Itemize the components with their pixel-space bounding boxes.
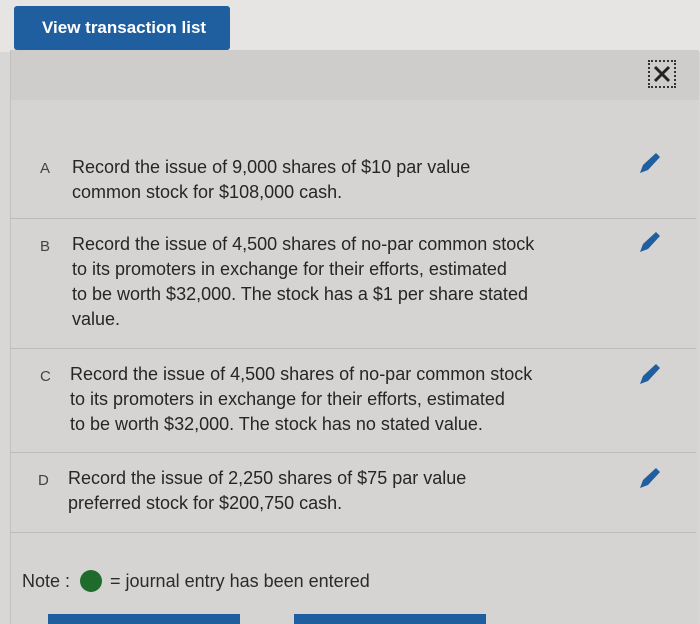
transaction-letter-d: D <box>38 472 49 489</box>
note-text: = journal entry has been entered <box>110 570 370 591</box>
entered-status-dot <box>80 570 103 592</box>
transaction-text-d: Record the issue of 2,250 shares of $75 … <box>68 466 466 516</box>
transaction-b-line-1: Record the issue of 4,500 shares of no-p… <box>72 234 535 254</box>
transaction-text-c: Record the issue of 4,500 shares of no-p… <box>70 362 532 437</box>
close-icon[interactable] <box>648 60 676 88</box>
panel-header <box>11 50 699 100</box>
transaction-letter-b: B <box>40 238 51 255</box>
transaction-a-line-2: common stock for $108,000 cash. <box>72 182 343 202</box>
transaction-b-line-4: value. <box>72 309 121 329</box>
transaction-text-a: Record the issue of 9,000 shares of $10 … <box>72 155 470 205</box>
pencil-icon[interactable] <box>638 362 662 386</box>
transaction-c-line-3: to be worth $32,000. The stock has no st… <box>70 414 483 434</box>
transaction-d-line-2: preferred stock for $200,750 cash. <box>68 493 343 513</box>
view-transaction-list-button[interactable]: View transaction list <box>14 6 230 50</box>
transaction-c-line-1: Record the issue of 4,500 shares of no-p… <box>70 364 533 384</box>
pencil-icon[interactable] <box>638 151 662 175</box>
transaction-a-line-1: Record the issue of 9,000 shares of $10 … <box>72 157 471 177</box>
transaction-d-line-1: Record the issue of 2,250 shares of $75 … <box>68 468 467 488</box>
note-divider <box>10 532 696 533</box>
note-label: Note : <box>22 570 71 591</box>
legend-note: Note : = journal entry has been entered <box>22 570 370 592</box>
bottom-button-right[interactable] <box>294 614 486 624</box>
transaction-text-b: Record the issue of 4,500 shares of no-p… <box>72 232 534 332</box>
transaction-b-line-2: to its promoters in exchange for their e… <box>72 259 507 279</box>
transaction-letter-c: C <box>40 368 51 385</box>
bottom-button-left[interactable] <box>48 614 240 624</box>
pencil-icon[interactable] <box>638 230 662 254</box>
transaction-letter-a: A <box>40 160 51 177</box>
transaction-b-line-3: to be worth $32,000. The stock has a $1 … <box>72 284 528 304</box>
transaction-c-line-2: to its promoters in exchange for their e… <box>70 389 505 409</box>
pencil-icon[interactable] <box>638 466 662 490</box>
